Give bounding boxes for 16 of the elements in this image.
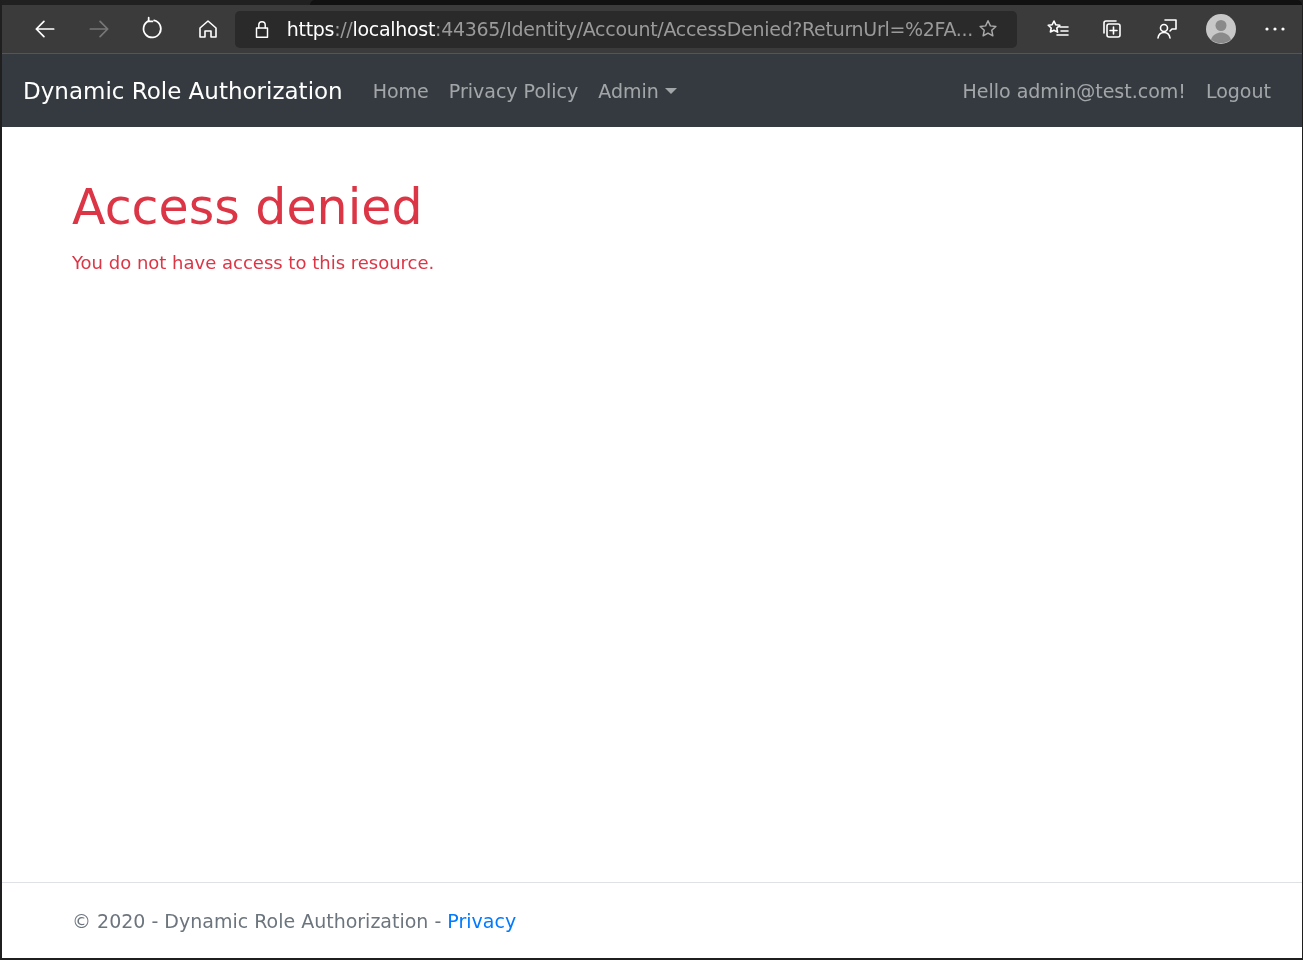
url-text: https://localhost:44365/Identity/Account/AccessDenied?ReturnUrl=%2FA... (286, 18, 974, 40)
nav-link[interactable]: Privacy Policy (448, 79, 579, 102)
avatar-icon (1205, 14, 1236, 44)
logout-link[interactable]: Logout (1205, 79, 1271, 102)
address-bar[interactable]: https://localhost:44365/Identity/Account/AccessDenied?ReturnUrl=%2FA... (234, 10, 1018, 48)
footer-text: © 2020 - Dynamic Role Authorization - Privacy (72, 909, 517, 932)
error-message: You do not have access to this resource. (72, 251, 436, 273)
privacy-link[interactable]: Privacy (447, 909, 517, 932)
caret-icon (664, 87, 677, 94)
page-title: Access denied (72, 179, 424, 238)
greeting-link[interactable]: Hello admin@test.com! (962, 79, 1186, 102)
nav-dropdown[interactable]: Admin (598, 79, 677, 102)
brand-link[interactable]: Dynamic Role Authorization (23, 77, 343, 104)
more-icon (1264, 27, 1285, 31)
nav-link[interactable]: Home (372, 79, 429, 102)
person-chat-icon (1154, 17, 1179, 41)
